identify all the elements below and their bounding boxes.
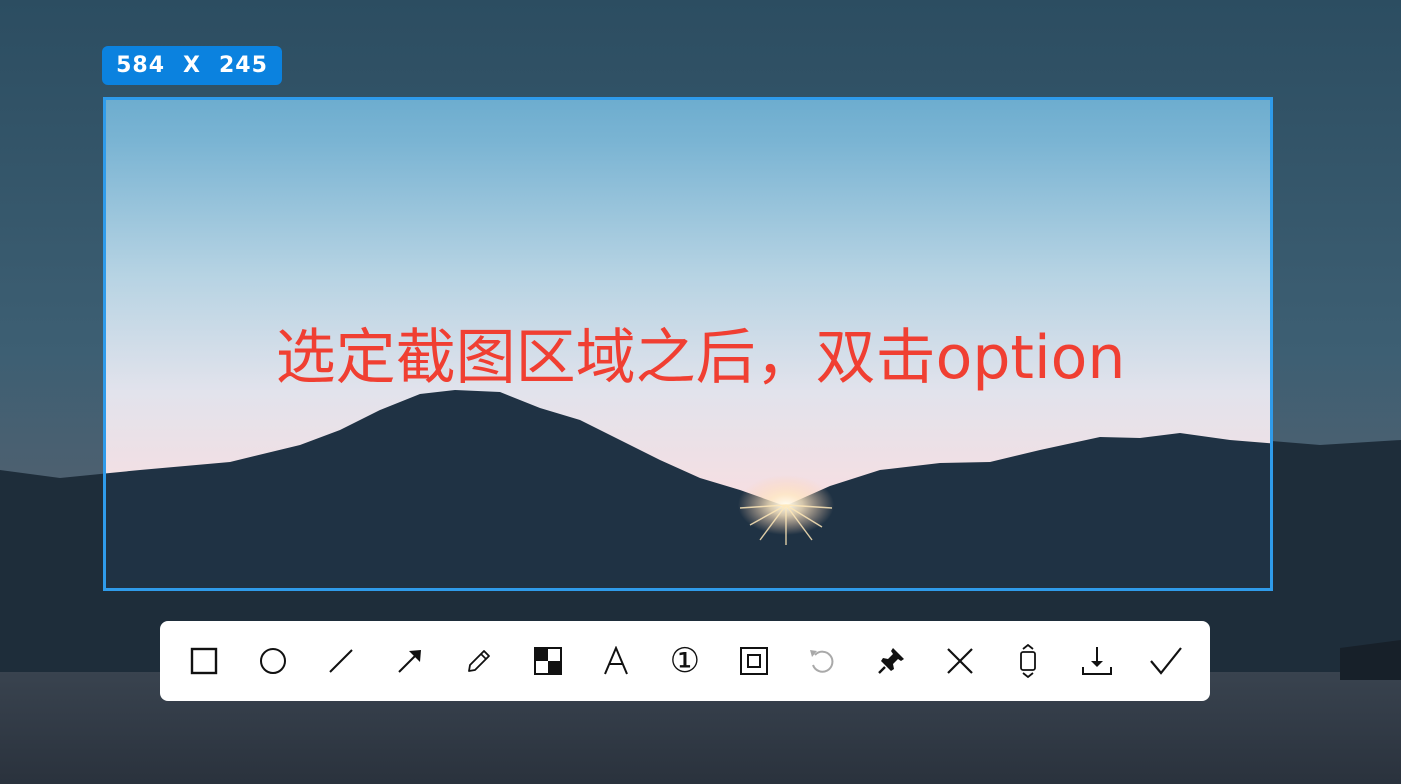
annotation-toolbar: ① bbox=[160, 621, 1210, 701]
ellipse-tool[interactable] bbox=[251, 639, 295, 683]
size-separator: X bbox=[183, 53, 201, 78]
scroll-icon bbox=[1020, 644, 1037, 678]
scroll-capture-tool[interactable] bbox=[732, 639, 776, 683]
square-icon bbox=[190, 647, 218, 675]
cancel-button[interactable] bbox=[938, 639, 982, 683]
selection-height: 245 bbox=[218, 53, 268, 78]
arrow-tool[interactable] bbox=[388, 639, 432, 683]
pencil-icon bbox=[467, 650, 490, 672]
circle-icon bbox=[259, 648, 286, 674]
close-icon bbox=[946, 648, 973, 674]
check-icon bbox=[1149, 647, 1182, 675]
text-icon bbox=[604, 646, 629, 675]
rectangle-tool[interactable] bbox=[182, 639, 226, 683]
pin-icon bbox=[878, 648, 905, 674]
mosaic-tool[interactable] bbox=[526, 639, 570, 683]
undo-icon bbox=[810, 650, 834, 673]
save-button[interactable] bbox=[1075, 639, 1119, 683]
numbered-marker-icon: ① bbox=[669, 641, 701, 681]
text-tool[interactable] bbox=[594, 639, 638, 683]
line-tool[interactable] bbox=[319, 639, 363, 683]
frame-icon bbox=[739, 647, 768, 675]
download-icon bbox=[1082, 647, 1113, 675]
instruction-caption: 选定截图区域之后，双击option bbox=[275, 323, 1126, 393]
selection-size-badge: 584 X 245 bbox=[102, 46, 282, 85]
confirm-button[interactable] bbox=[1144, 639, 1188, 683]
pen-tool[interactable] bbox=[457, 639, 501, 683]
undo-button[interactable] bbox=[800, 639, 844, 683]
selection-width: 584 bbox=[116, 53, 166, 78]
pin-button[interactable] bbox=[869, 639, 913, 683]
number-tool[interactable]: ① bbox=[663, 639, 707, 683]
long-screenshot-button[interactable] bbox=[1006, 639, 1050, 683]
mosaic-icon bbox=[533, 647, 562, 675]
line-icon bbox=[329, 649, 354, 673]
arrow-icon bbox=[398, 650, 422, 673]
